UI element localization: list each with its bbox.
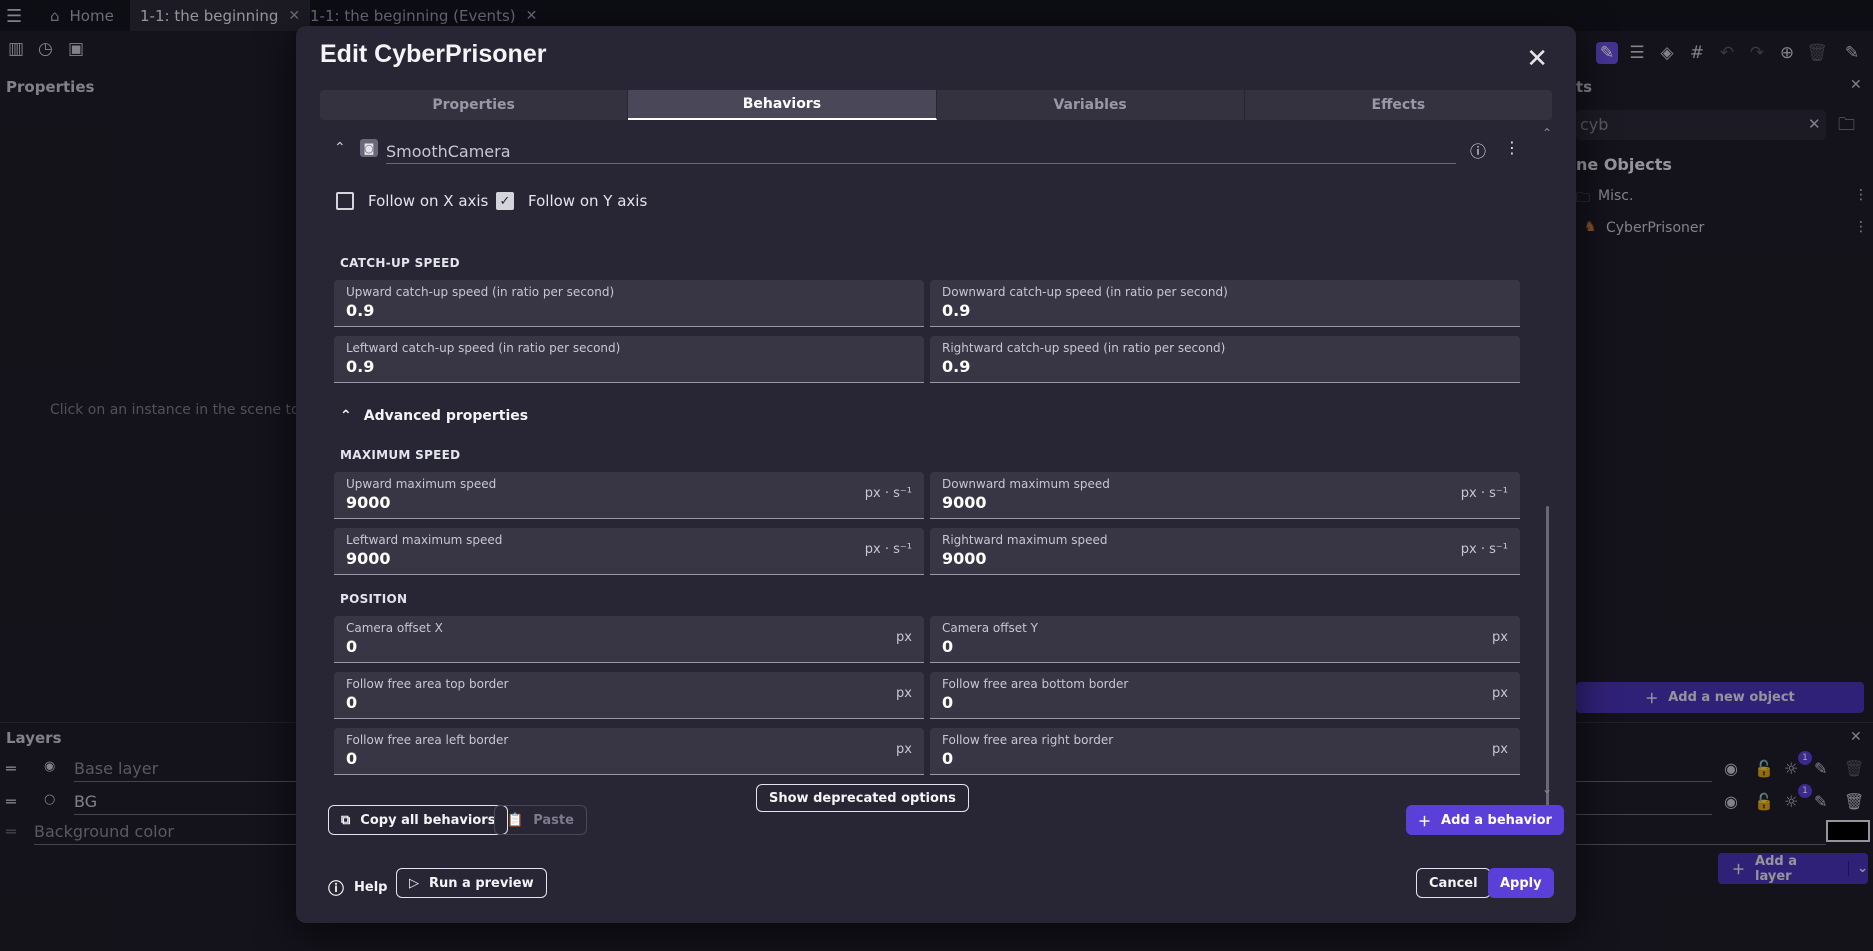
- free-area-right-field[interactable]: Follow free area right border 0 px: [930, 728, 1520, 775]
- camera-behavior-icon: ◙: [360, 139, 378, 157]
- plus-icon: ＋: [1418, 814, 1432, 830]
- behavior-name-input[interactable]: SmoothCamera: [386, 140, 1456, 164]
- leftward-maxspeed-field[interactable]: Leftward maximum speed 9000 px · s⁻¹: [334, 528, 924, 575]
- show-deprecated-button[interactable]: Show deprecated options: [756, 784, 969, 812]
- help-icon: ⓘ: [328, 879, 345, 898]
- camera-offset-x-field[interactable]: Camera offset X 0 px: [334, 616, 924, 663]
- chevron-up-icon: ⌃: [340, 408, 352, 424]
- more-icon[interactable]: ⋮: [1504, 138, 1520, 157]
- checkbox-checked[interactable]: ✓: [496, 192, 514, 210]
- tab-behaviors[interactable]: Behaviors: [628, 90, 937, 120]
- add-behavior-button[interactable]: ＋ Add a behavior: [1406, 805, 1564, 835]
- downward-maxspeed-field[interactable]: Downward maximum speed 9000 px · s⁻¹: [930, 472, 1520, 519]
- apply-button[interactable]: Apply: [1488, 868, 1554, 898]
- dialog-title: Edit CyberPrisoner: [320, 40, 547, 68]
- section-position-title: POSITION: [340, 592, 408, 606]
- dialog-tabs: Properties Behaviors Variables Effects: [320, 90, 1552, 120]
- leftward-catchup-field[interactable]: Leftward catch-up speed (in ratio per se…: [334, 336, 924, 383]
- rightward-maxspeed-field[interactable]: Rightward maximum speed 9000 px · s⁻¹: [930, 528, 1520, 575]
- copy-all-behaviors-button[interactable]: ⧉ Copy all behaviors: [328, 805, 509, 835]
- behaviors-content: ⌃ ◙ SmoothCamera ⓘ ⋮ Follow on X axis ✓ …: [320, 124, 1552, 824]
- play-icon: ▷: [409, 875, 419, 891]
- section-catchup-title: CATCH-UP SPEED: [340, 256, 460, 270]
- upward-maxspeed-field[interactable]: Upward maximum speed 9000 px · s⁻¹: [334, 472, 924, 519]
- help-icon[interactable]: ⓘ: [1470, 138, 1486, 162]
- tab-properties[interactable]: Properties: [320, 90, 629, 120]
- check-icon: ✓: [499, 193, 511, 209]
- rightward-catchup-field[interactable]: Rightward catch-up speed (in ratio per s…: [930, 336, 1520, 383]
- copy-icon: ⧉: [341, 812, 351, 828]
- follow-y-checkbox[interactable]: ✓ Follow on Y axis: [496, 192, 647, 210]
- free-area-top-field[interactable]: Follow free area top border 0 px: [334, 672, 924, 719]
- checkbox-unchecked[interactable]: [336, 192, 354, 210]
- follow-x-checkbox[interactable]: Follow on X axis: [336, 192, 488, 210]
- run-preview-button[interactable]: ▷ Run a preview: [396, 868, 547, 898]
- free-area-left-field[interactable]: Follow free area left border 0 px: [334, 728, 924, 775]
- cancel-button[interactable]: Cancel: [1416, 868, 1491, 898]
- downward-catchup-field[interactable]: Downward catch-up speed (in ratio per se…: [930, 280, 1520, 327]
- upward-catchup-field[interactable]: Upward catch-up speed (in ratio per seco…: [334, 280, 924, 327]
- edit-object-dialog: Edit CyberPrisoner ✕ Properties Behavior…: [296, 26, 1576, 923]
- section-maxspeed-title: MAXIMUM SPEED: [340, 448, 461, 462]
- tab-variables[interactable]: Variables: [937, 90, 1245, 120]
- close-icon[interactable]: ✕: [1526, 44, 1548, 74]
- camera-offset-y-field[interactable]: Camera offset Y 0 px: [930, 616, 1520, 663]
- tab-effects[interactable]: Effects: [1245, 90, 1552, 120]
- advanced-properties-toggle[interactable]: ⌃ Advanced properties: [340, 408, 528, 424]
- clipboard-icon: 📋: [507, 812, 524, 828]
- collapse-icon[interactable]: ⌃: [334, 140, 346, 156]
- paste-button[interactable]: 📋 Paste: [494, 805, 587, 835]
- free-area-bottom-field[interactable]: Follow free area bottom border 0 px: [930, 672, 1520, 719]
- help-button[interactable]: ⓘ Help: [328, 875, 387, 899]
